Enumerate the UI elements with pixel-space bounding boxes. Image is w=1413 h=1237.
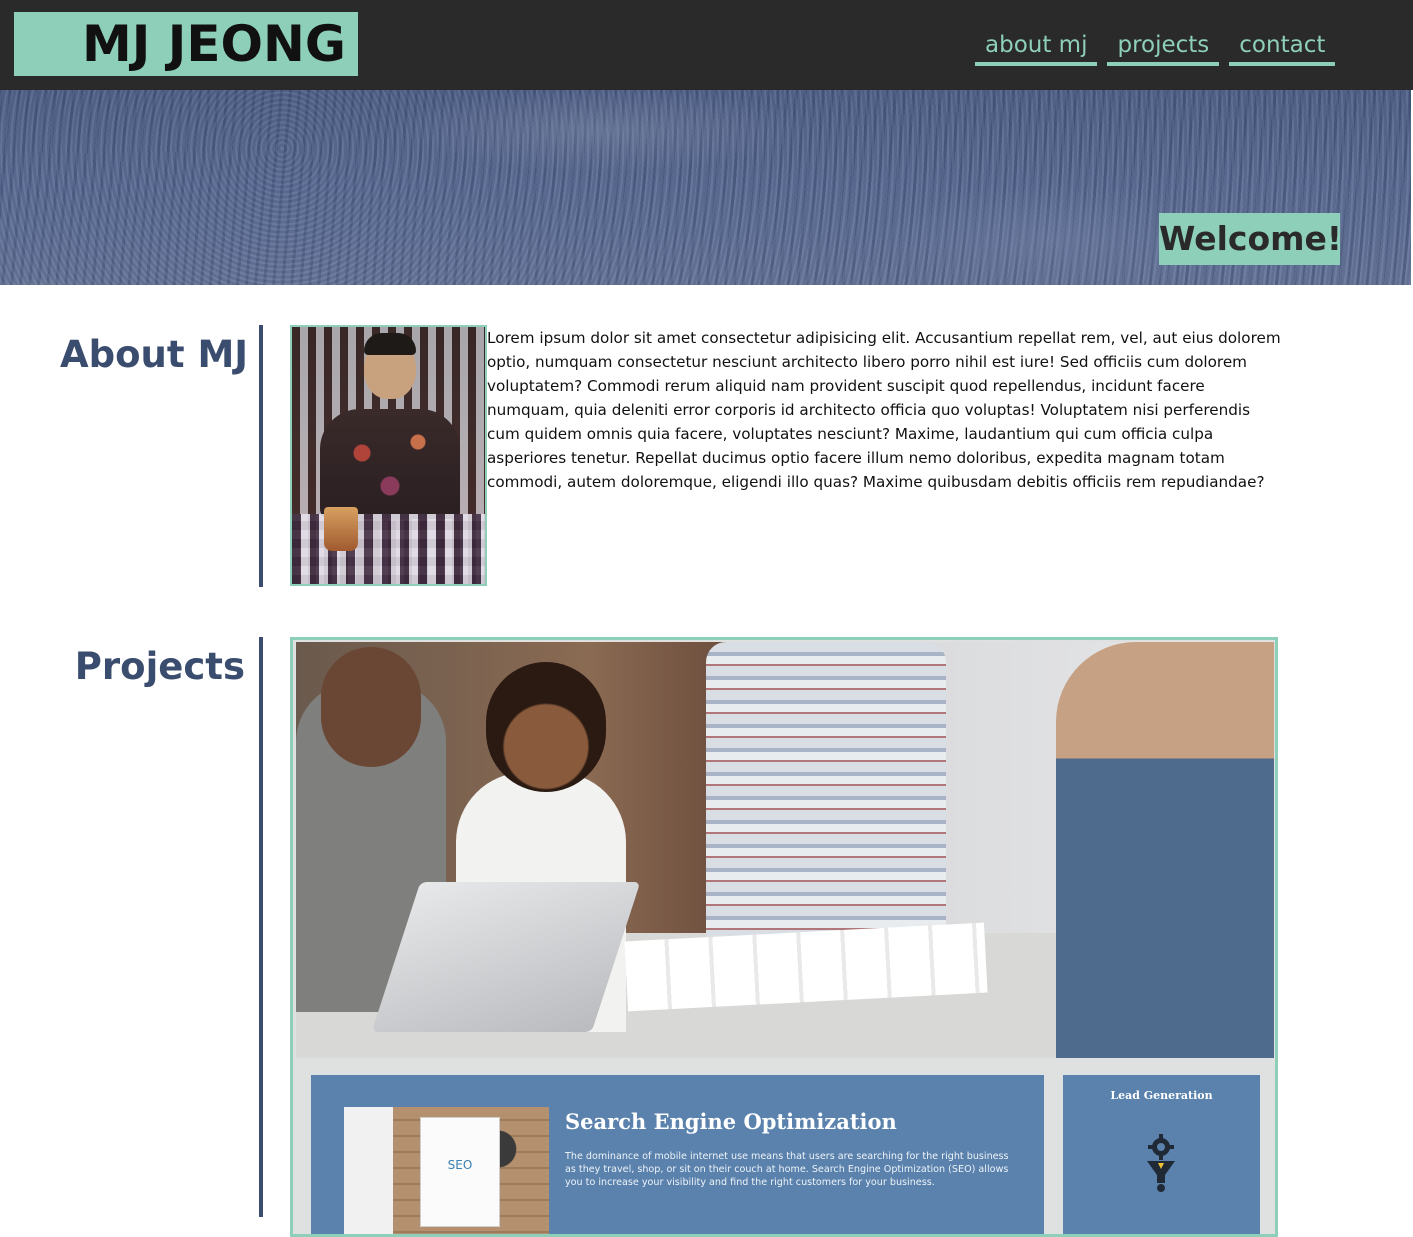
about-divider: [259, 325, 263, 587]
photo-head-center: [486, 662, 606, 792]
projects-divider: [259, 637, 263, 1217]
about-heading: About MJ: [60, 333, 249, 376]
photo-head-left: [321, 647, 421, 767]
projects-heading: Projects: [74, 645, 245, 688]
project-hero-image: [296, 642, 1274, 1058]
funnel-gear-icon: [1147, 1134, 1175, 1192]
profile-photo: [290, 325, 487, 586]
welcome-badge: Welcome!: [1159, 213, 1342, 265]
project-preview-card[interactable]: SEO Search Engine Optimization The domin…: [290, 637, 1278, 1237]
photo-cup-shape: [324, 507, 358, 551]
photo-person-right: [1056, 642, 1274, 1058]
site-logo[interactable]: MJ JEONG: [14, 12, 358, 76]
seo-title: Search Engine Optimization: [565, 1109, 897, 1134]
photo-hair-shape: [364, 333, 416, 355]
seo-notepad: SEO: [420, 1117, 500, 1227]
nav-link-projects[interactable]: projects: [1107, 28, 1220, 66]
nav-link-about[interactable]: about mj: [975, 28, 1098, 66]
photo-person-standing: [706, 642, 946, 942]
main-nav: about mj projects contact: [975, 28, 1336, 66]
nav-link-contact[interactable]: contact: [1229, 28, 1336, 66]
lead-generation-title: Lead Generation: [1110, 1089, 1213, 1102]
photo-body-shape: [320, 409, 460, 519]
photo-papers: [624, 922, 988, 1012]
seo-description: The dominance of mobile internet use mea…: [565, 1151, 1009, 1188]
lead-generation-panel: Lead Generation: [1063, 1075, 1260, 1234]
site-header: MJ JEONG about mj projects contact: [0, 0, 1413, 90]
seo-panel: SEO Search Engine Optimization The domin…: [311, 1075, 1044, 1234]
about-paragraph: Lorem ipsum dolor sit amet consectetur a…: [487, 329, 1281, 491]
seo-notepad-label: SEO: [447, 1158, 473, 1172]
photo-table-shape: [292, 514, 485, 584]
seo-thumbnail: SEO: [344, 1107, 549, 1234]
